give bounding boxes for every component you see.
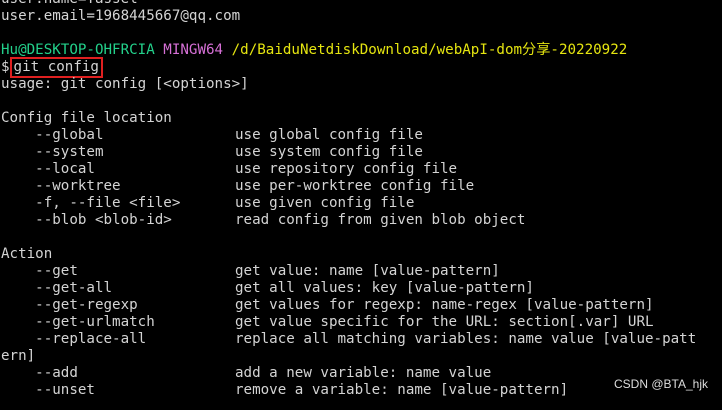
option-desc: read config from given blob object [235, 212, 526, 228]
option-name: --blob <blob-id> [1, 212, 172, 228]
option-desc: use given config file [235, 195, 415, 211]
option-name: --local [1, 161, 95, 177]
prompt-symbol: $ [1, 59, 10, 75]
option-row: --worktree use per-worktree config file [1, 178, 696, 195]
option-desc: get all values: key [value-pattern] [235, 280, 534, 296]
option-name: --add [1, 365, 78, 381]
option-name: --get [1, 263, 78, 279]
option-desc: use per-worktree config file [235, 178, 475, 194]
option-row: --unset remove a variable: name [value-pa… [1, 382, 696, 399]
option-name: --get-urlmatch [1, 314, 155, 330]
terminal-window[interactable]: user.name=Tassel user.email=1968445667@q… [0, 0, 722, 410]
wrapped-text: ern] [1, 348, 36, 364]
line-user-name: user.name=Tassel [1, 0, 696, 8]
option-row: --global use global config file [1, 127, 696, 144]
csdn-watermark: CSDN @BTA_hjk [614, 377, 708, 391]
prompt-system: MINGW64 [163, 42, 224, 58]
option-row: --get-all get all values: key [value-patt… [1, 280, 696, 297]
option-row: --blob <blob-id> read config from given b… [1, 212, 696, 229]
option-name: -f, --file <file> [1, 195, 181, 211]
option-row: --get-urlmatch get value specific for the… [1, 314, 696, 331]
section-heading-location: Config file location [1, 110, 172, 126]
option-name: --worktree [1, 178, 121, 194]
option-row: --replace-all replace all matching variab… [1, 331, 696, 348]
option-name: --global [1, 127, 104, 143]
option-name: --replace-all [1, 331, 147, 347]
usage-line: usage: git config [<options>] [1, 76, 249, 92]
command-line[interactable]: $ git config [1, 57, 696, 78]
option-desc: use system config file [235, 144, 423, 160]
command-text: git config [13, 59, 99, 75]
line-user-email: user.email=1968445667@qq.com [1, 8, 241, 24]
option-desc: add a new variable: name value [235, 365, 492, 381]
terminal-output: user.name=Tassel user.email=1968445667@q… [1, 0, 696, 399]
option-desc: replace all matching variables: name val… [235, 331, 697, 347]
option-desc: remove a variable: name [value-pattern] [235, 382, 569, 398]
option-desc: get value: name [value-pattern] [235, 263, 500, 279]
command-highlight-box: git config [9, 57, 103, 78]
option-name: --system [1, 144, 104, 160]
option-name: --get-all [1, 280, 113, 296]
prompt-line: Hu@DESKTOP-OHFRCIA MINGW64 /d/BaiduNetdi… [1, 42, 696, 59]
option-name: --get-regexp [1, 297, 138, 313]
option-row: --local use repository config file [1, 161, 696, 178]
option-row: --add add a new variable: name value [1, 365, 696, 382]
option-row: --get-regexp get values for regexp: name-… [1, 297, 696, 314]
option-row: --get get value: name [value-pattern] [1, 263, 696, 280]
option-desc: get values for regexp: name-regex [value… [235, 297, 654, 313]
option-row: --system use system config file [1, 144, 696, 161]
section-heading-action: Action [1, 246, 53, 262]
option-name: --unset [1, 382, 95, 398]
option-desc: use global config file [235, 127, 423, 143]
prompt-user-host: Hu@DESKTOP-OHFRCIA [1, 42, 155, 58]
option-row: -f, --file <file> use given config file [1, 195, 696, 212]
prompt-path: /d/BaiduNetdiskDownload/webApI-dom分享-202… [231, 42, 628, 58]
option-desc: use repository config file [235, 161, 458, 177]
option-desc: get value specific for the URL: section[… [235, 314, 654, 330]
